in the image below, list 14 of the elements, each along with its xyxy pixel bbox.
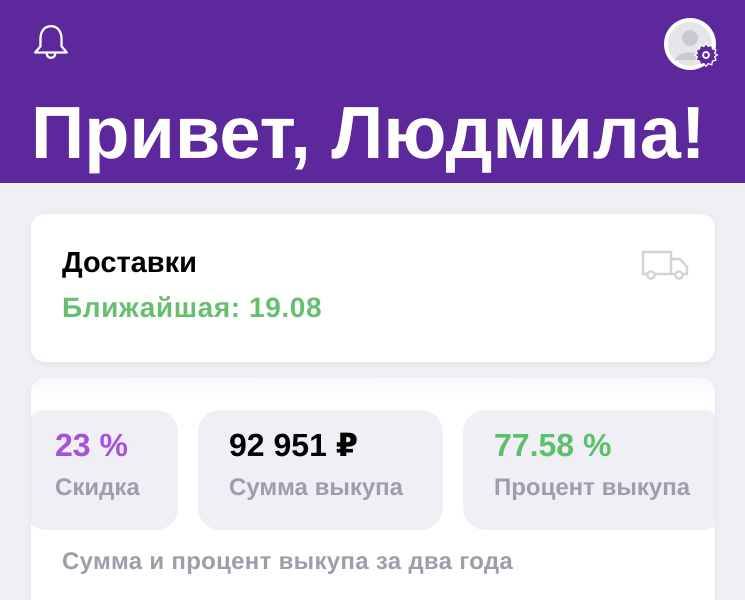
stat-label: Сумма выкупа [229,473,404,503]
gear-icon [693,42,719,68]
stat-value: 77.58 % [494,426,612,464]
stats-caption: Сумма и процент выкупа за два года [62,547,514,577]
nearest-delivery-date: Ближайшая: 19.08 [62,292,322,324]
truck-icon [640,249,690,281]
stat-value: 92 951 ₽ [229,426,360,464]
bell-icon[interactable] [31,23,71,61]
stat-label: Процент выкупа [494,473,692,503]
profile-button[interactable] [664,18,716,70]
delivery-title: Доставки [62,247,198,279]
delivery-card[interactable]: Доставки Ближайшая: 19.08 [31,214,715,362]
stat-value: 23 % [55,426,129,464]
stat-label: Скидка [55,473,141,503]
